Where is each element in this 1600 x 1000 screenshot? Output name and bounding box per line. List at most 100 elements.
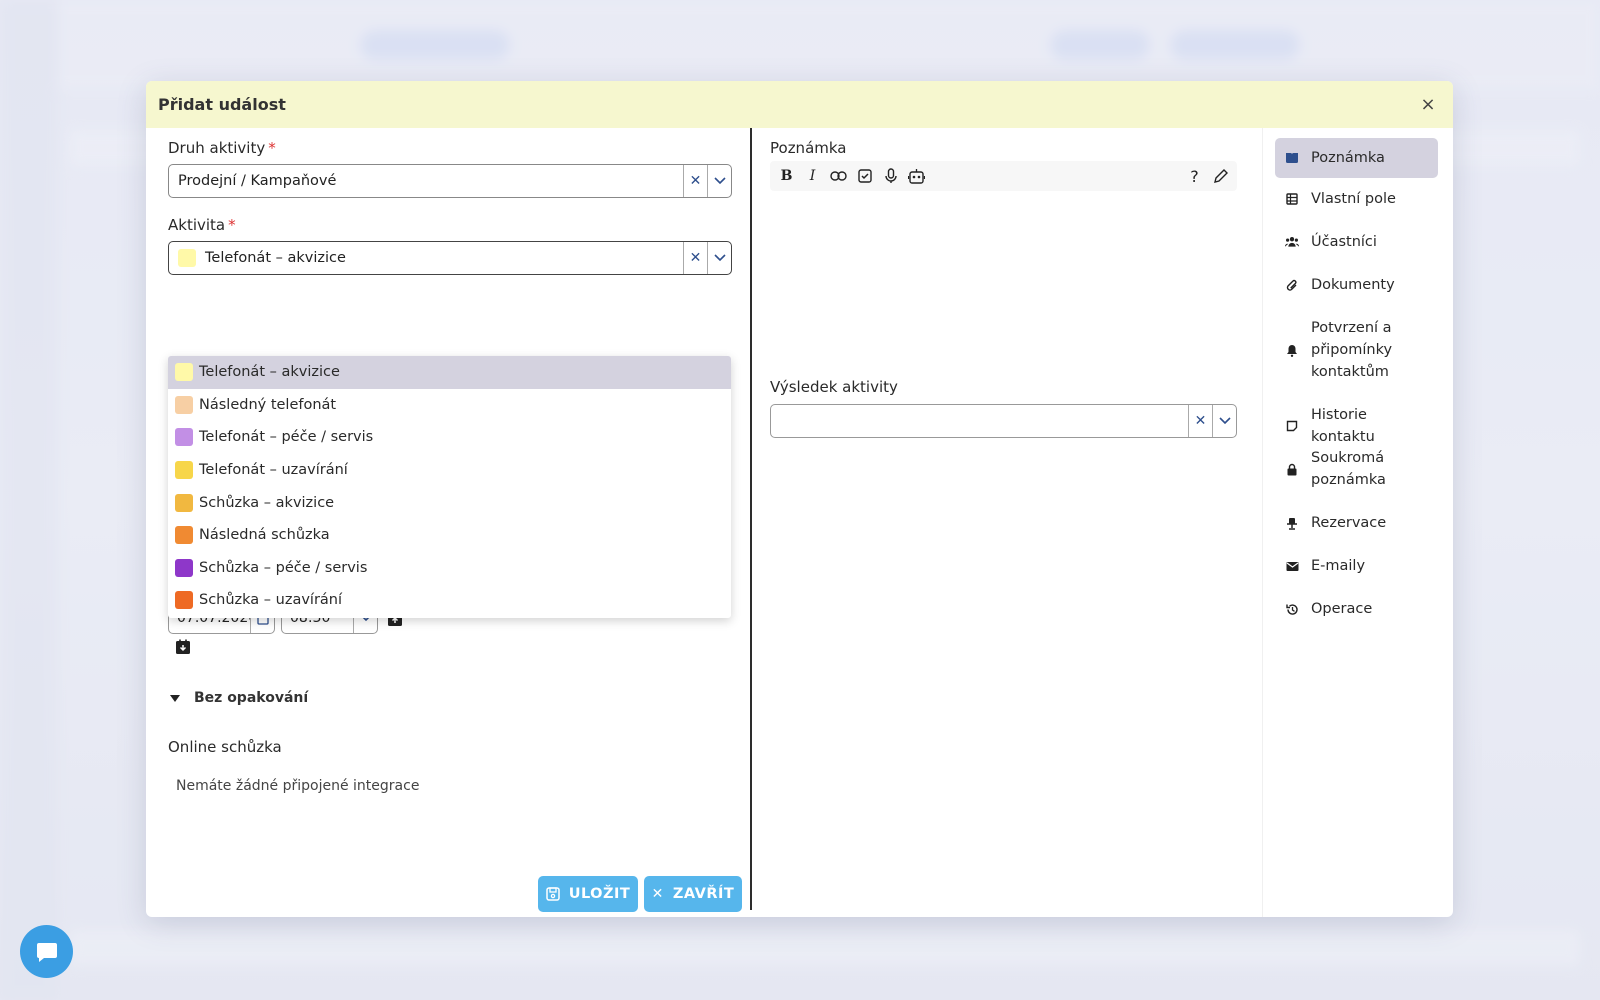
online-meeting-title: Online schůzka	[168, 738, 282, 756]
checkbox-icon[interactable]	[856, 168, 873, 185]
online-meeting-note: Nemáte žádné připojené integrace	[176, 778, 420, 794]
dialog-title: Přidat událost	[158, 95, 286, 114]
side-nav-item[interactable]: Historie kontaktu	[1275, 404, 1438, 448]
side-nav-label: Poznámka	[1311, 150, 1385, 166]
microphone-icon[interactable]	[882, 168, 899, 185]
side-nav-label: Potvrzení a připomínky kontaktům	[1311, 320, 1393, 380]
side-nav-label: Soukromá poznámka	[1311, 450, 1386, 488]
close-icon[interactable]: ×	[1417, 94, 1439, 116]
add-event-dialog: Přidat událost × Druh aktivity * Prodejní…	[146, 81, 1453, 917]
side-navigation: Poznámka Vlastní pole Účastníci Dokumenty Po…	[1262, 128, 1453, 917]
close-button[interactable]: ✕ ZAVŘÍT	[644, 876, 742, 912]
dialog-header: Přidat událost ×	[146, 81, 1453, 128]
bell-icon	[1285, 343, 1299, 357]
activity-select[interactable]: Telefonát – akvizice ✕	[168, 241, 732, 275]
side-nav-item[interactable]: Dokumenty	[1275, 274, 1438, 296]
activity-label: Aktivita *	[168, 216, 236, 234]
side-nav-item[interactable]: Operace	[1275, 598, 1438, 620]
activity-option[interactable]: Telefonát – péče / servis	[168, 421, 731, 454]
repeat-label: Bez opakování	[194, 690, 309, 706]
activity-option-color-swatch	[175, 591, 193, 610]
side-nav-label: E-maily	[1311, 558, 1366, 574]
robot-icon[interactable]	[908, 168, 925, 185]
table-icon	[1285, 192, 1299, 206]
editor-toolbar: B I ?	[770, 161, 1237, 191]
clear-icon[interactable]: ✕	[683, 165, 707, 197]
activity-color-swatch	[178, 249, 196, 267]
activity-option-label: Schůzka – akvizice	[199, 494, 335, 511]
side-nav-item[interactable]: Rezervace	[1275, 512, 1438, 534]
side-nav-item[interactable]: Poznámka	[1275, 138, 1438, 178]
activity-type-value: Prodejní / Kampaňové	[178, 173, 337, 189]
activity-value-text: Telefonát – akvizice	[205, 250, 346, 266]
save-icon	[545, 887, 560, 901]
chevron-down-icon[interactable]	[707, 242, 731, 274]
activity-option-label: Schůzka – uzavírání	[199, 592, 343, 609]
side-nav-item[interactable]: Vlastní pole	[1275, 188, 1438, 210]
activity-type-select[interactable]: Prodejní / Kampaňové ✕	[168, 164, 732, 198]
side-nav-item[interactable]: Soukromá poznámka	[1275, 447, 1438, 491]
side-nav-item[interactable]: Účastníci	[1275, 231, 1438, 253]
lock-icon	[1285, 462, 1299, 476]
note-label: Poznámka	[770, 139, 847, 157]
calendar-download-icon[interactable]	[175, 639, 191, 655]
link-icon[interactable]	[830, 168, 847, 185]
activity-option-label: Telefonát – péče / servis	[199, 429, 374, 446]
note-icon	[1285, 419, 1299, 433]
help-icon[interactable]: ?	[1186, 167, 1203, 186]
mail-icon	[1285, 559, 1299, 573]
chevron-down-icon[interactable]	[707, 165, 731, 197]
save-button[interactable]: ULOŽIT	[538, 876, 638, 912]
side-nav-label: Dokumenty	[1311, 277, 1395, 293]
activity-option-color-swatch	[175, 395, 193, 414]
paperclip-icon	[1285, 278, 1299, 292]
activity-option-color-swatch	[175, 526, 193, 545]
activity-option[interactable]: Telefonát – akvizice	[168, 356, 731, 389]
event-form: Druh aktivity * Prodejní / Kampaňové ✕ Ak…	[146, 128, 750, 917]
save-button-label: ULOŽIT	[568, 886, 631, 902]
chat-button[interactable]	[20, 925, 73, 978]
users-icon	[1285, 235, 1299, 249]
clear-icon[interactable]: ✕	[1188, 405, 1212, 437]
activity-option-label: Telefonát – uzavírání	[199, 462, 348, 479]
activity-label-text: Aktivita	[168, 216, 226, 234]
activity-option[interactable]: Schůzka – péče / servis	[168, 552, 731, 585]
activity-type-label-text: Druh aktivity	[168, 139, 266, 157]
side-nav-item[interactable]: E-maily	[1275, 555, 1438, 577]
activity-option-color-swatch	[175, 428, 193, 447]
activity-option[interactable]: Následný telefonát	[168, 389, 731, 422]
activity-option[interactable]: Telefonát – uzavírání	[168, 454, 731, 487]
book-icon	[1285, 151, 1299, 165]
activity-option-color-swatch	[175, 493, 193, 512]
activity-value: Telefonát – akvizice	[169, 249, 683, 267]
activity-option[interactable]: Schůzka – akvizice	[168, 486, 731, 519]
required-mark: *	[268, 139, 276, 157]
activity-type-label: Druh aktivity *	[168, 139, 276, 157]
side-nav-label: Vlastní pole	[1311, 191, 1396, 207]
italic-icon[interactable]: I	[804, 168, 821, 185]
activity-option-label: Následný telefonát	[199, 396, 337, 413]
result-select[interactable]: ✕	[770, 404, 1237, 438]
caret-down-icon	[170, 694, 180, 702]
close-button-label: ZAVŘÍT	[672, 886, 735, 902]
activity-option-color-swatch	[175, 461, 193, 480]
chat-icon	[36, 942, 57, 962]
activity-option[interactable]: Následná schůzka	[168, 519, 731, 552]
bold-icon[interactable]: B	[778, 168, 795, 185]
side-nav-label: Účastníci	[1311, 234, 1377, 250]
activity-option[interactable]: Schůzka – uzavírání	[168, 584, 731, 617]
activity-option-label: Následná schůzka	[199, 527, 330, 544]
pencil-icon[interactable]	[1212, 168, 1229, 185]
repeat-toggle[interactable]: Bez opakování	[170, 690, 308, 706]
side-nav-label: Historie kontaktu	[1311, 407, 1375, 445]
activity-option-label: Telefonát – akvizice	[199, 364, 340, 381]
side-nav-label: Rezervace	[1311, 515, 1387, 531]
side-nav-item[interactable]: Potvrzení a připomínky kontaktům	[1275, 317, 1438, 383]
history-icon	[1285, 602, 1299, 616]
chevron-down-icon[interactable]	[1212, 405, 1236, 437]
activity-option-label: Schůzka – péče / servis	[199, 559, 368, 576]
activity-option-color-swatch	[175, 363, 193, 382]
side-nav-label: Operace	[1311, 601, 1373, 617]
close-icon: ✕	[651, 886, 664, 902]
clear-icon[interactable]: ✕	[683, 242, 707, 274]
